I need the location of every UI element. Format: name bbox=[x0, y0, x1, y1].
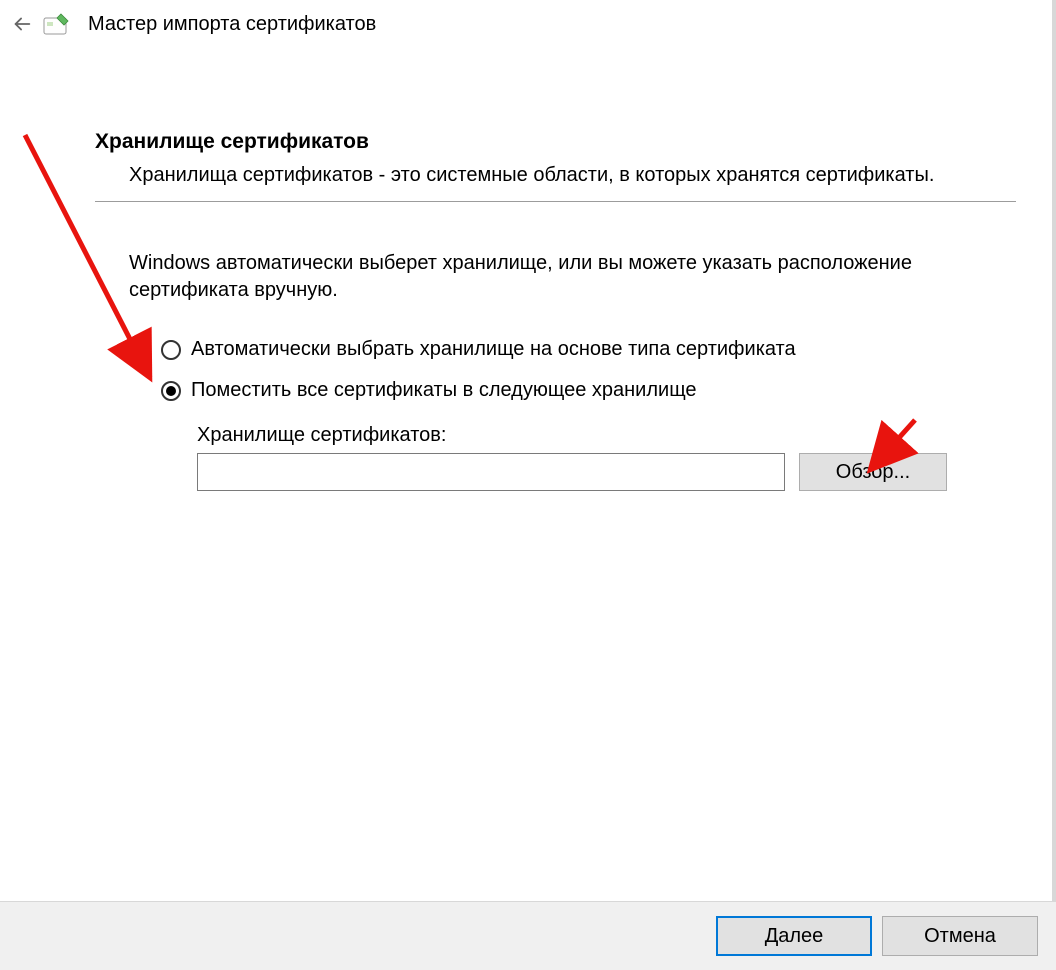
section-heading: Хранилище сертификатов bbox=[95, 130, 1016, 154]
wizard-header: Мастер импорта сертификатов bbox=[0, 0, 1056, 38]
wizard-content: Хранилище сертификатов Хранилища сертифи… bbox=[95, 130, 1016, 491]
wizard-title: Мастер импорта сертификатов bbox=[88, 13, 376, 36]
certificate-store-label: Хранилище сертификатов: bbox=[197, 424, 1016, 447]
radio-auto-label: Автоматически выбрать хранилище на основ… bbox=[191, 338, 796, 361]
cancel-button[interactable]: Отмена bbox=[882, 916, 1038, 956]
instruction-text: Windows автоматически выберет хранилище,… bbox=[95, 250, 1016, 304]
store-selection-radio-group: Автоматически выбрать хранилище на основ… bbox=[95, 338, 1016, 402]
radio-auto-select-store[interactable]: Автоматически выбрать хранилище на основ… bbox=[161, 338, 1016, 361]
wizard-footer: Далее Отмена bbox=[0, 901, 1056, 970]
radio-place-all-certificates[interactable]: Поместить все сертификаты в следующее хр… bbox=[161, 379, 1016, 402]
certificate-store-input[interactable] bbox=[197, 453, 785, 491]
next-button[interactable]: Далее bbox=[716, 916, 872, 956]
back-arrow-icon[interactable] bbox=[8, 10, 36, 38]
divider bbox=[95, 201, 1016, 202]
radio-icon bbox=[161, 381, 181, 401]
radio-manual-label: Поместить все сертификаты в следующее хр… bbox=[191, 379, 697, 402]
radio-icon bbox=[161, 340, 181, 360]
section-description: Хранилища сертификатов - это системные о… bbox=[95, 162, 1016, 189]
certificate-wizard-icon bbox=[42, 12, 74, 36]
browse-button[interactable]: Обзор... bbox=[799, 453, 947, 491]
window-right-edge bbox=[1052, 0, 1056, 970]
certificate-store-block: Хранилище сертификатов: Обзор... bbox=[95, 424, 1016, 491]
